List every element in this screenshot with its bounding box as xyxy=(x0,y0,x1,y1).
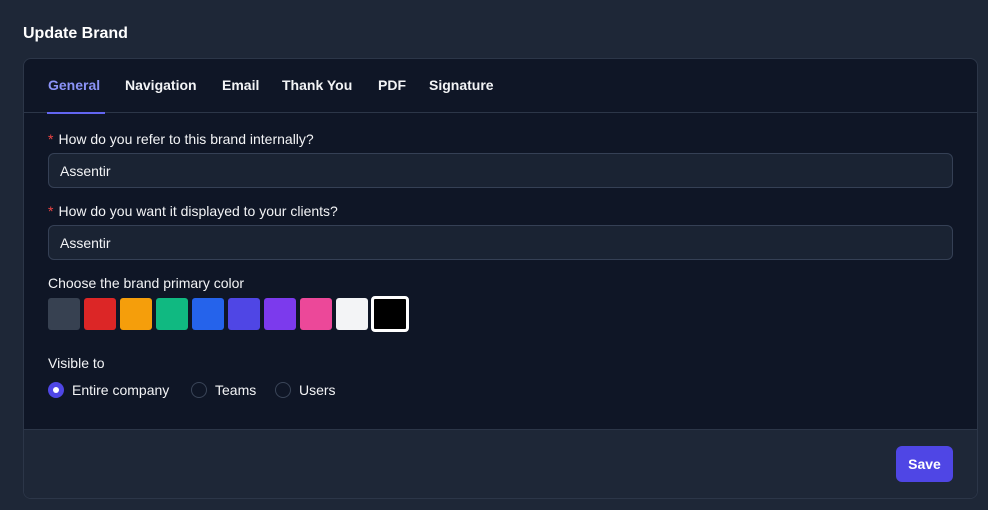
radio-label: Entire company xyxy=(72,382,170,398)
radio-circle[interactable] xyxy=(191,382,207,398)
tab-email[interactable]: Email xyxy=(222,59,259,113)
tab-general[interactable]: General xyxy=(46,59,106,114)
color-swatch[interactable] xyxy=(371,296,409,332)
color-swatch[interactable] xyxy=(300,298,332,330)
display-name-label-text: How do you want it displayed to your cli… xyxy=(58,203,338,219)
tab-bar: General Navigation Email Thank You PDF S… xyxy=(24,59,977,114)
visibility-label: Visible to xyxy=(48,355,105,371)
display-name-label: * How do you want it displayed to your cl… xyxy=(48,203,338,219)
tab-thank-you[interactable]: Thank You xyxy=(282,59,352,113)
brand-form-card: General Navigation Email Thank You PDF S… xyxy=(23,58,978,499)
internal-name-label-text: How do you refer to this brand internall… xyxy=(58,131,314,147)
color-swatch[interactable] xyxy=(228,298,260,330)
page-title: Update Brand xyxy=(23,25,128,42)
color-swatch[interactable] xyxy=(156,298,188,330)
required-marker: * xyxy=(48,203,54,219)
tab-navigation[interactable]: Navigation xyxy=(125,59,197,113)
save-button[interactable]: Save xyxy=(896,446,953,482)
color-swatch[interactable] xyxy=(192,298,224,330)
color-swatch[interactable] xyxy=(48,298,80,330)
color-swatch[interactable] xyxy=(336,298,368,330)
required-marker: * xyxy=(48,131,54,147)
color-swatch[interactable] xyxy=(120,298,152,330)
display-name-input[interactable] xyxy=(48,225,953,260)
color-swatch[interactable] xyxy=(84,298,116,330)
internal-name-input[interactable] xyxy=(48,153,953,188)
visibility-radio-group: Entire company Teams Users xyxy=(48,381,368,399)
radio-label: Users xyxy=(299,382,336,398)
tab-pdf[interactable]: PDF xyxy=(378,59,406,113)
color-label: Choose the brand primary color xyxy=(48,275,245,291)
form-footer: Save xyxy=(24,429,977,498)
tab-signature[interactable]: Signature xyxy=(429,59,494,113)
color-swatch[interactable] xyxy=(264,298,296,330)
radio-label: Teams xyxy=(215,382,257,398)
internal-name-label: * How do you refer to this brand internal… xyxy=(48,131,314,147)
radio-circle[interactable] xyxy=(48,382,64,398)
color-swatch-row xyxy=(48,296,428,332)
radio-circle[interactable] xyxy=(275,382,291,398)
